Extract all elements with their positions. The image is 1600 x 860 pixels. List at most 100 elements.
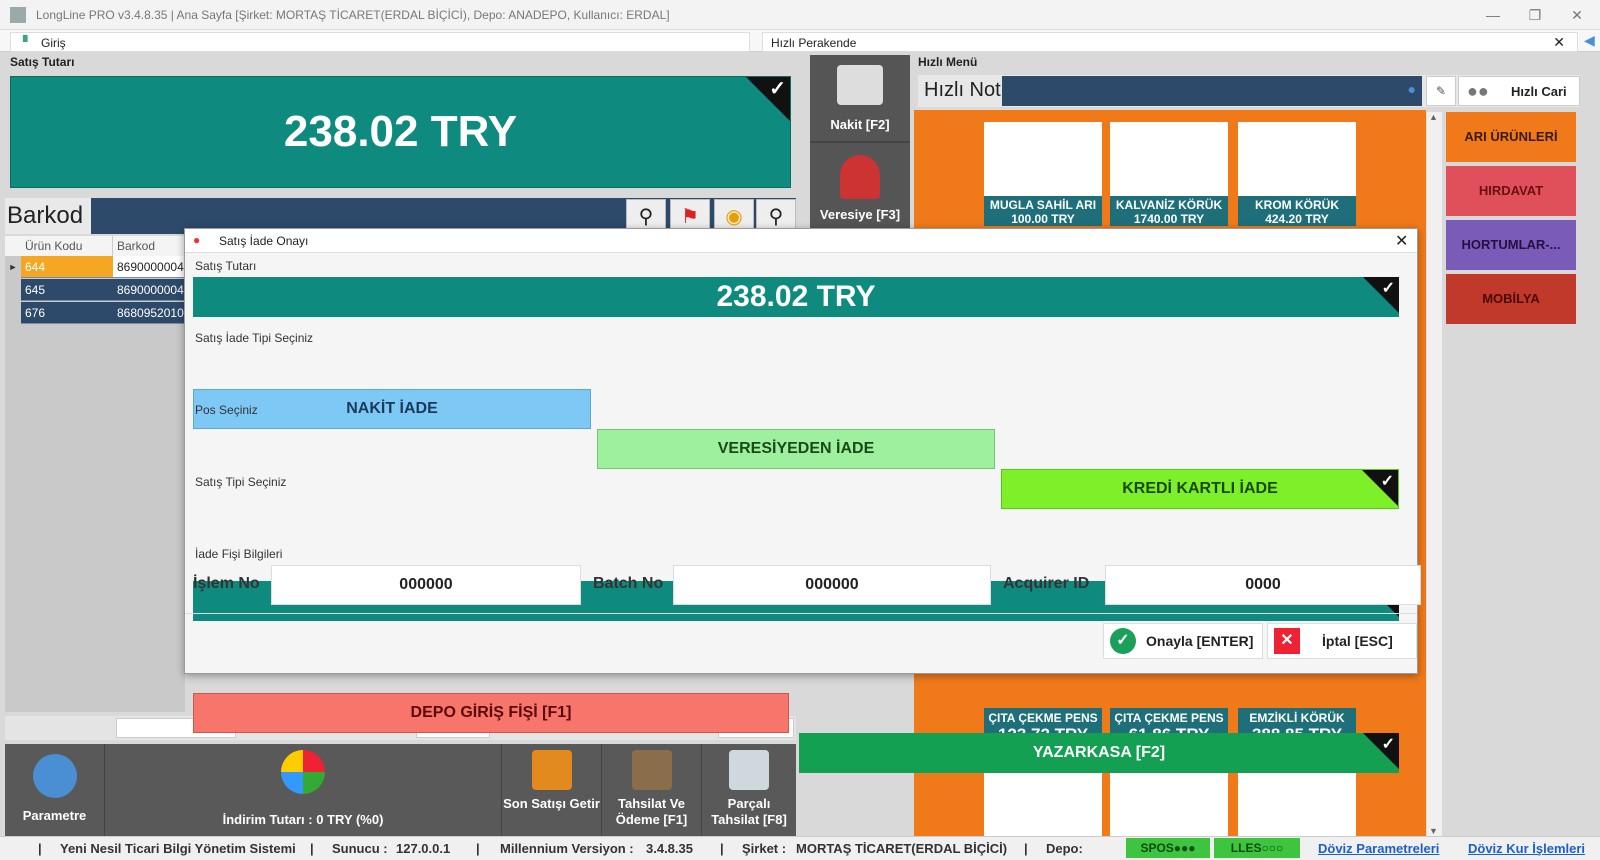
batch-no-label: Batch No bbox=[593, 575, 664, 592]
dialog-close-icon[interactable]: ✕ bbox=[1395, 231, 1408, 251]
minimize-icon[interactable]: — bbox=[1480, 4, 1506, 26]
discount-pie-icon bbox=[281, 750, 325, 794]
product-price: 424.20 TRY bbox=[1265, 212, 1329, 226]
product-name: ÇITA ÇEKME PENS bbox=[988, 711, 1098, 725]
indirim-button[interactable]: İndirim Tutarı : 0 TRY (%0) bbox=[105, 744, 502, 836]
veresiye-button[interactable]: Veresiye [F3] bbox=[810, 145, 910, 235]
row-code: 676 bbox=[21, 302, 113, 324]
confirm-button[interactable]: ✓ Onayla [ENTER] bbox=[1103, 623, 1263, 659]
product-name: MUGLA SAHİL ARI bbox=[989, 198, 1097, 212]
bottom-toolbar: Parametre İndirim Tutarı : 0 TRY (%0) So… bbox=[5, 744, 796, 836]
product-tile[interactable] bbox=[984, 762, 1102, 840]
lles-indicator: LLES○○○ bbox=[1214, 838, 1300, 858]
pos-label: Pos Seçiniz bbox=[195, 403, 258, 417]
dialog-titlebar: ● Satış İade Onayı ✕ bbox=[185, 229, 1417, 253]
product-grid: Ürün Kodu Barkod ► 644 8690000004 645 86… bbox=[5, 236, 185, 712]
status-separator: | bbox=[310, 841, 314, 856]
cart-icon bbox=[531, 750, 572, 790]
category-ari-urunleri[interactable]: ARI ÜRÜNLERİ bbox=[1446, 112, 1576, 162]
cancel-button[interactable]: ✕ İptal [ESC] bbox=[1267, 623, 1417, 659]
product-tile-text: KALVANİZ KÖRÜK 1740.00 TRY bbox=[1110, 196, 1228, 226]
islem-no-field[interactable]: 000000 bbox=[271, 565, 581, 605]
doviz-parametreleri-link[interactable]: Döviz Parametreleri bbox=[1318, 841, 1439, 856]
product-scrollbar[interactable]: ▲ ▼ bbox=[1426, 112, 1442, 836]
status-version: 3.4.8.35 bbox=[646, 841, 693, 856]
hizli-cari-button[interactable]: ●● Hızlı Cari bbox=[1458, 76, 1580, 106]
status-server: 127.0.0.1 bbox=[396, 841, 451, 856]
app-icon bbox=[10, 7, 26, 23]
dialog-total-value: 238.02 TRY bbox=[716, 280, 876, 313]
status-version-label: Millennium Versiyon : bbox=[500, 841, 634, 856]
satis-tipi-label: Satış Tipi Seçiniz bbox=[195, 475, 287, 489]
cancel-label: İptal [ESC] bbox=[1322, 633, 1393, 649]
yazarkasa-button[interactable]: YAZARKASA [F2] ✓ bbox=[799, 733, 1399, 773]
doviz-kur-link[interactable]: Döviz Kur İşlemleri bbox=[1468, 841, 1585, 856]
status-separator: | bbox=[38, 841, 42, 856]
tab-hizli-perakende[interactable]: Hızlı Perakende ✕ bbox=[762, 32, 1578, 52]
row-barcode: 8690000004 bbox=[113, 279, 185, 301]
parametre-button[interactable]: Parametre bbox=[5, 744, 105, 836]
users-icon: ●● bbox=[1467, 81, 1489, 101]
row-barcode: 8680952010 bbox=[113, 302, 185, 324]
product-tile[interactable]: MUGLA SAHİL ARI 100.00 TRY bbox=[984, 122, 1102, 226]
collapse-arrow-icon[interactable]: ◀ bbox=[1584, 32, 1595, 49]
satis-tutan-label: Satış Tutarı bbox=[10, 55, 75, 69]
close-window-icon[interactable]: ✕ bbox=[1564, 4, 1590, 26]
depo-giris-fisi-button[interactable]: DEPO GİRİŞ FİŞİ [F1] bbox=[193, 693, 789, 733]
nakit-button[interactable]: Nakit [F2] bbox=[810, 55, 910, 143]
category-hirdavat[interactable]: HIRDAVAT bbox=[1446, 166, 1576, 216]
son-satis-label: Son Satışı Getir bbox=[503, 796, 600, 811]
row-barcode: 8690000004 bbox=[113, 256, 185, 278]
confirm-label: Onayla [ENTER] bbox=[1146, 633, 1254, 649]
hizli-menu-label: Hızlı Menü bbox=[918, 55, 978, 69]
window-title: LongLine PRO v3.4.8.35 | Ana Sayfa [Şirk… bbox=[36, 8, 670, 22]
status-system: Yeni Nesil Ticari Bilgi Yönetim Sistemi bbox=[60, 841, 296, 856]
grid-header-code: Ürün Kodu bbox=[21, 236, 113, 256]
son-satis-button[interactable]: Son Satışı Getir bbox=[502, 744, 602, 836]
hizli-not-input[interactable]: ● bbox=[1002, 76, 1422, 106]
acquirer-field[interactable]: 0000 bbox=[1105, 565, 1421, 605]
hizli-not-label: Hızlı Not bbox=[924, 79, 1001, 101]
product-tile-text: KROM KÖRÜK 424.20 TRY bbox=[1238, 196, 1356, 226]
tahsilat-button[interactable]: Tahsilat Ve Ödeme [F1] bbox=[602, 744, 702, 836]
check-corner-icon: ✓ bbox=[746, 77, 790, 121]
customer-icon bbox=[840, 155, 880, 199]
depo-giris-fisi-label: DEPO GİRİŞ FİŞİ [F1] bbox=[410, 704, 572, 721]
cash-register-icon bbox=[837, 65, 883, 105]
scroll-down-icon[interactable]: ▼ bbox=[1429, 826, 1438, 836]
status-company-label: Şirket : bbox=[742, 841, 787, 856]
check-corner-icon: ✓ bbox=[1363, 733, 1399, 769]
status-depo-label: Depo: bbox=[1046, 841, 1083, 856]
spos-indicator: SPOS●●● bbox=[1126, 838, 1210, 858]
iade-fisi-label: İade Fişi Bilgileri bbox=[195, 547, 283, 561]
batch-no-field[interactable]: 000000 bbox=[673, 565, 991, 605]
parcali-button[interactable]: Parçalı Tahsilat [F8] bbox=[702, 744, 796, 836]
cash-register-icon bbox=[729, 750, 769, 790]
user-edit-icon[interactable]: ✎ bbox=[1426, 76, 1456, 106]
tab-bar: ▘ Giriş Hızlı Perakende ✕ ◀ bbox=[0, 30, 1600, 52]
product-tile-text: MUGLA SAHİL ARI 100.00 TRY bbox=[984, 196, 1102, 226]
product-tile[interactable] bbox=[1110, 762, 1228, 840]
close-tab-icon[interactable]: ✕ bbox=[1553, 34, 1565, 51]
hizli-cari-label: Hızlı Cari bbox=[1511, 84, 1567, 99]
category-mobilya[interactable]: MOBİLYA bbox=[1446, 274, 1576, 324]
row-code: 644 bbox=[21, 256, 113, 278]
product-tile[interactable] bbox=[1238, 762, 1356, 840]
nakit-iade-label: NAKİT İADE bbox=[346, 400, 438, 417]
status-server-label: Sunucu : bbox=[332, 841, 388, 856]
product-name: KROM KÖRÜK bbox=[1255, 198, 1339, 212]
kredi-kartli-iade-button[interactable]: KREDİ KARTLI İADE ✓ bbox=[1001, 469, 1399, 509]
tab-giris-label: Giriş bbox=[41, 36, 66, 50]
indirim-label: İndirim Tutarı : 0 TRY (%0) bbox=[222, 812, 384, 827]
product-tile[interactable]: KROM KÖRÜK 424.20 TRY bbox=[1238, 122, 1356, 226]
tab-giris[interactable]: ▘ Giriş bbox=[10, 32, 750, 52]
veresiyeden-iade-button[interactable]: VERESİYEDEN İADE bbox=[597, 429, 995, 469]
status-separator: | bbox=[1024, 841, 1028, 856]
category-hortumlar[interactable]: HORTUMLAR-... bbox=[1446, 220, 1576, 270]
app-dots-icon: ● bbox=[193, 233, 201, 247]
product-tile[interactable]: KALVANİZ KÖRÜK 1740.00 TRY bbox=[1110, 122, 1228, 226]
user-gear-icon bbox=[32, 754, 77, 798]
maximize-icon[interactable]: ❐ bbox=[1522, 4, 1548, 26]
scroll-up-icon[interactable]: ▲ bbox=[1429, 112, 1438, 122]
row-code: 645 bbox=[21, 279, 113, 301]
